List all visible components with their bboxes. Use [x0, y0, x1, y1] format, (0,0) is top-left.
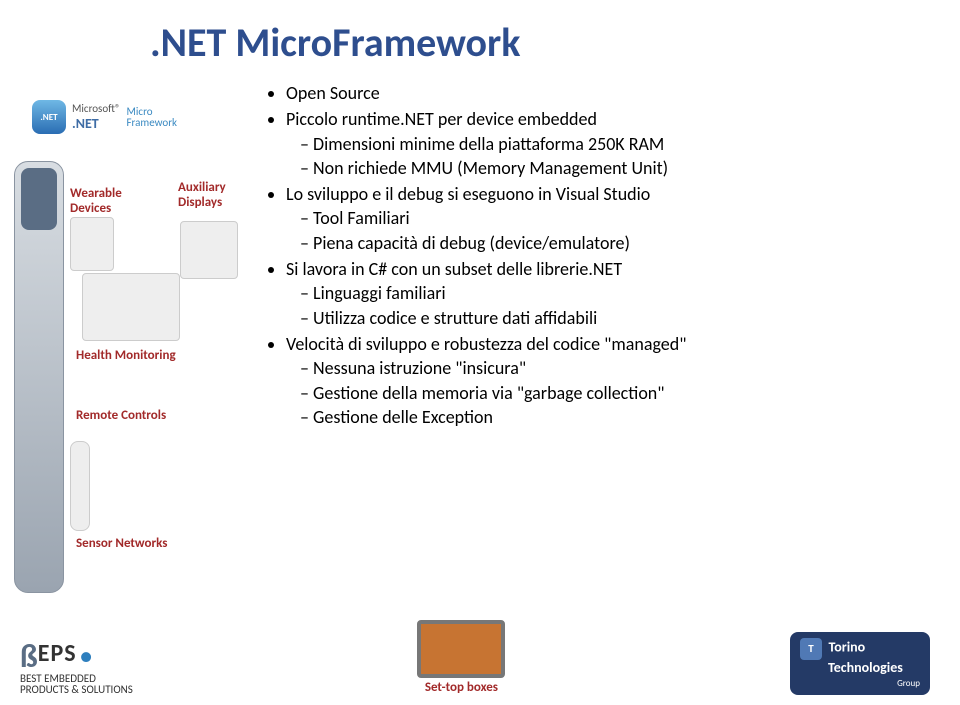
netmf-logo: .NET Microsoft® .NET Micro Framework — [32, 87, 232, 147]
dot-icon: • — [79, 642, 93, 670]
beps-logo: ßEPS • BEST EMBEDDED PRODUCTS & SOLUTION… — [20, 641, 133, 695]
wearable-label: WearableDevices — [70, 187, 122, 217]
bullet-open-source: Open Source — [286, 81, 930, 105]
remote-label: Remote Controls — [76, 409, 166, 424]
health-label: Health Monitoring — [76, 349, 176, 364]
bullet-insicura: Nessuna istruzione "insicura" — [300, 356, 930, 380]
antenna-image — [70, 441, 90, 531]
remote-device-image — [14, 161, 64, 593]
bullet-dimensioni: Dimensioni minime della piattaforma 250K… — [300, 132, 930, 156]
bullet-codice: Utilizza codice e strutture dati affidab… — [300, 306, 930, 330]
bullet-linguaggi: Linguaggi familiari — [300, 281, 930, 305]
settop-section: Set-top boxes — [417, 620, 505, 695]
settop-label: Set-top boxes — [425, 680, 498, 695]
framework-text: Framework — [127, 117, 178, 128]
watch-image — [70, 217, 114, 271]
bullet-exception: Gestione delle Exception — [300, 405, 930, 429]
bullet-tool: Tool Familiari — [300, 206, 930, 230]
dotnet-text: .NET — [72, 115, 121, 132]
bullet-mmu: Non richiede MMU (Memory Management Unit… — [300, 156, 930, 180]
tv-icon — [417, 620, 505, 678]
ttg-icon: T — [800, 638, 822, 660]
sensor-label: Sensor Networks — [76, 537, 167, 552]
ttg-logo: T Torino Technologies Group — [790, 632, 930, 695]
footer: ßEPS • BEST EMBEDDED PRODUCTS & SOLUTION… — [20, 620, 930, 695]
gps-image — [180, 221, 238, 279]
bullet-managed: Velocità di sviluppo e robustezza del co… — [286, 332, 930, 429]
microsoft-text: Microsoft® — [72, 102, 121, 115]
bullet-runtime: Piccolo runtime.NET per device embedded … — [286, 107, 930, 180]
aux-displays-label: AuxiliaryDisplays — [178, 181, 226, 211]
bullet-content: Open Source Piccolo runtime.NET per devi… — [260, 81, 930, 431]
bullet-csharp: Si lavora in C# con un subset delle libr… — [286, 257, 930, 330]
beta-icon: ß — [20, 641, 38, 673]
bullet-garbage: Gestione della memoria via "garbage coll… — [300, 381, 930, 405]
modules-image — [82, 273, 180, 341]
bullet-debug: Piena capacità di debug (device/emulator… — [300, 231, 930, 255]
bullet-visualstudio: Lo sviluppo e il debug si eseguono in Vi… — [286, 182, 930, 255]
slide-title: .NET MicroFramework — [150, 18, 930, 67]
dotnet-icon: .NET — [32, 100, 66, 134]
left-column: .NET Microsoft® .NET Micro Framework Wea… — [20, 81, 260, 431]
